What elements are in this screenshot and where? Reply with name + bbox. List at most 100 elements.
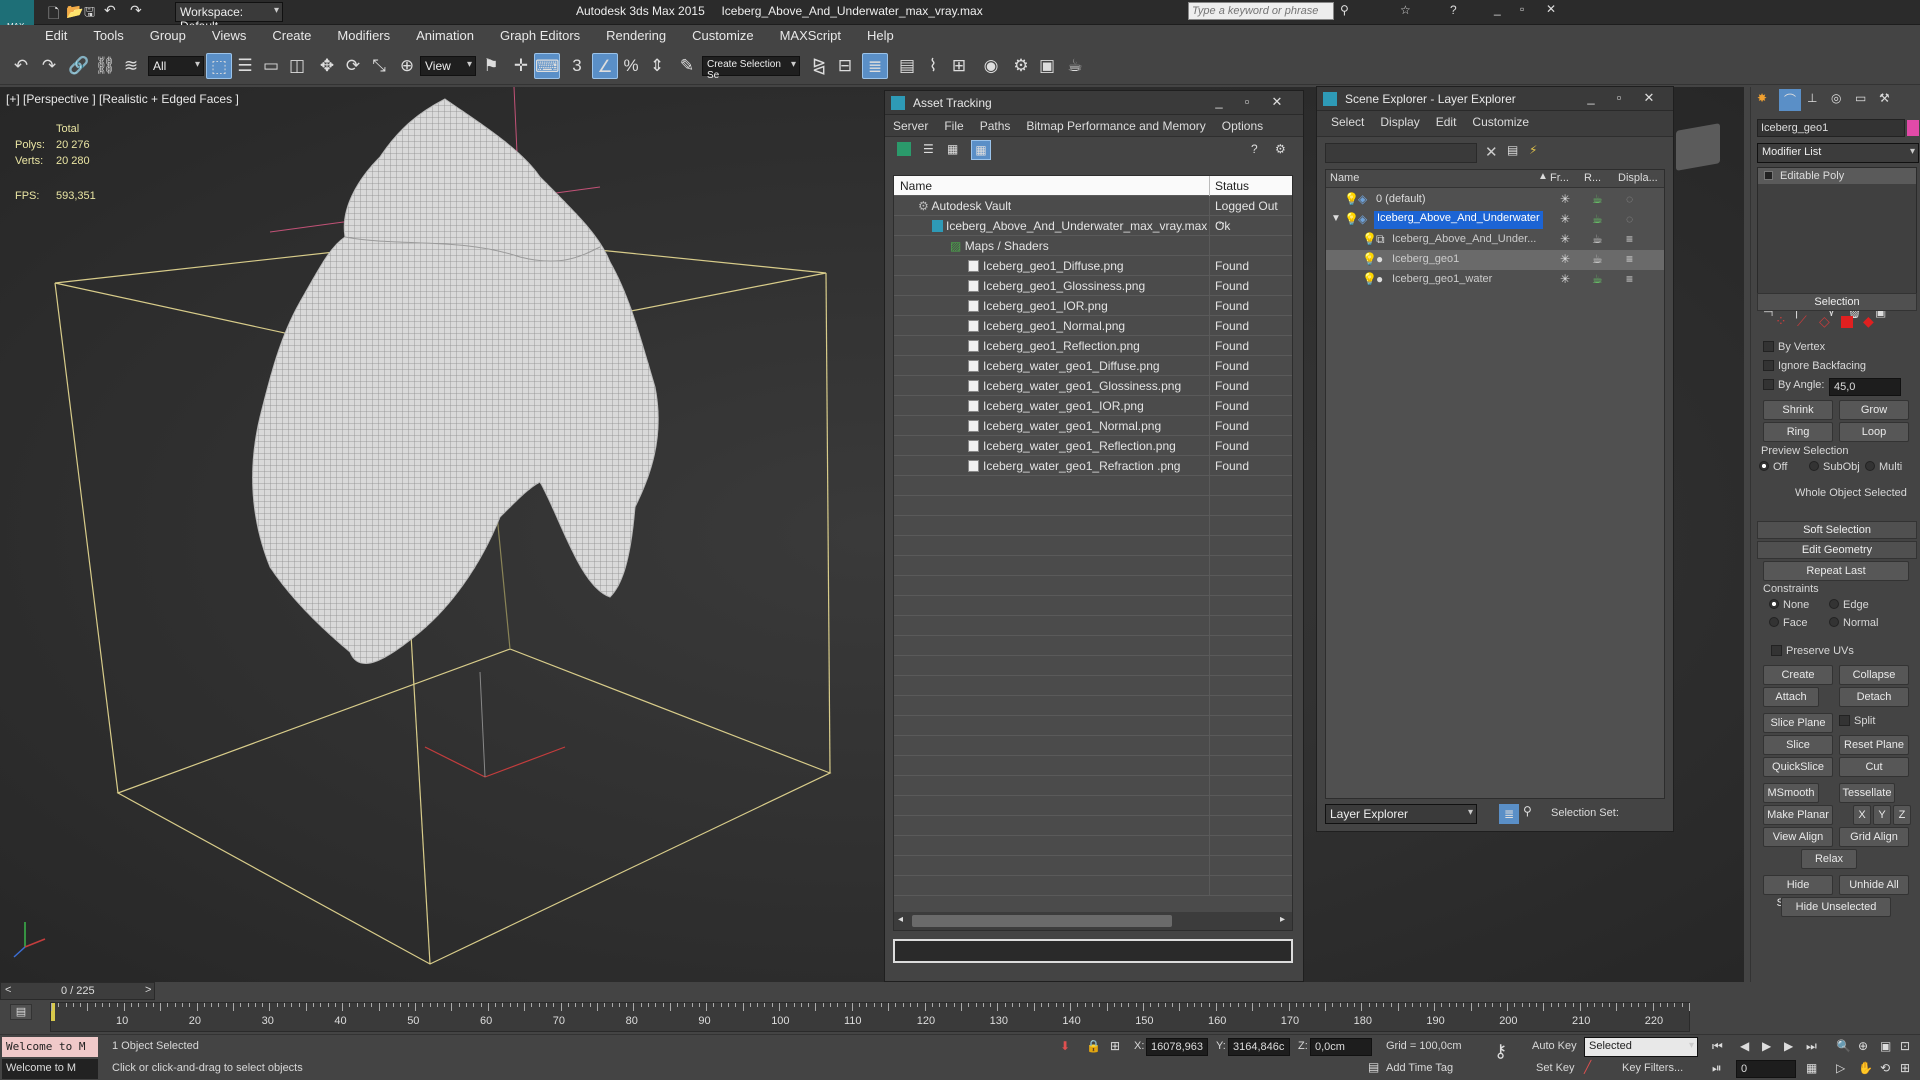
clear-search-icon[interactable]: ✕ — [1485, 143, 1498, 161]
menu-edit[interactable]: Edit — [32, 25, 80, 47]
maxscript-output[interactable]: Welcome to M — [2, 1059, 98, 1079]
set-key-button[interactable]: Set Key — [1536, 1062, 1575, 1074]
explorer-type-dropdown[interactable]: Layer Explorer — [1325, 804, 1477, 824]
search-input[interactable] — [1188, 2, 1334, 20]
render-icon[interactable]: ☕ — [1592, 212, 1603, 226]
hide-unselected-button[interactable]: Hide Unselected — [1781, 897, 1891, 917]
select-object-icon[interactable]: ⬚ — [206, 53, 232, 79]
viewport-label[interactable]: [+] [Perspective ] [Realistic + Edged Fa… — [6, 92, 239, 106]
reset-plane-button[interactable]: Reset Plane — [1839, 735, 1909, 755]
time-slider[interactable]: < 0 / 225 > — [0, 982, 155, 1000]
help-icon[interactable]: ? — [1450, 3, 1457, 17]
open-file-icon[interactable]: 📂 — [66, 3, 83, 20]
list-item[interactable]: 💡 ⧉ Iceberg_Above_And_Under... ✳ ☕ ≡ — [1326, 230, 1664, 250]
quickslice-button[interactable]: QuickSlice — [1763, 757, 1833, 777]
rectangular-selection-icon[interactable]: ▭ — [258, 53, 284, 79]
settings-icon[interactable]: ⚙ — [1275, 142, 1286, 156]
list-view-icon[interactable]: ☰ — [923, 142, 934, 156]
table-row[interactable]: Iceberg_geo1_IOR.png Found — [894, 296, 1292, 316]
play-icon[interactable]: ▶ — [1762, 1039, 1771, 1053]
menu-customize[interactable]: Customize — [679, 25, 766, 47]
display-icon[interactable]: ◌ — [1626, 192, 1633, 206]
split-checkbox[interactable]: Split — [1839, 715, 1875, 727]
expand-icon[interactable]: ▼ — [1331, 213, 1341, 224]
utilities-tab-icon[interactable]: ⚒ — [1879, 91, 1890, 105]
list-item[interactable]: 💡 ◈ 0 (default) ✳ ☕ ◌ — [1326, 190, 1664, 210]
horizontal-scrollbar[interactable]: ◂ ▸ — [894, 912, 1292, 930]
column-display[interactable]: Displa... — [1618, 172, 1658, 184]
next-frame-icon[interactable]: > — [145, 984, 151, 996]
bind-spacewarp-icon[interactable]: ≋ — [118, 53, 144, 79]
edit-geometry-rollout-header[interactable]: Edit Geometry — [1757, 541, 1917, 559]
table-row[interactable]: Iceberg_water_geo1_Glossiness.png Found — [894, 376, 1292, 396]
mini-curve-editor-icon[interactable]: ▤ — [10, 1004, 32, 1020]
lightbulb-icon[interactable]: 💡 — [1362, 272, 1377, 286]
menu-views[interactable]: Views — [199, 25, 259, 47]
column-status[interactable]: Status — [1209, 176, 1289, 196]
asset-tracking-titlebar[interactable]: Asset Tracking _ ▫ ✕ — [885, 91, 1303, 115]
preview-multi-radio[interactable]: Multi — [1865, 461, 1902, 473]
table-row[interactable]: Iceberg_geo1_Normal.png Found — [894, 316, 1292, 336]
redo-icon[interactable]: ↷ — [130, 2, 142, 19]
manipulate-icon[interactable]: ✛ — [508, 53, 534, 79]
close-button[interactable]: ✕ — [1637, 89, 1661, 107]
schematic-view-icon[interactable]: ⊞ — [946, 53, 972, 79]
binoculars-icon[interactable]: ⚲ — [1340, 3, 1349, 17]
modifier-list-dropdown[interactable]: Modifier List — [1757, 143, 1919, 163]
menu-paths[interactable]: Paths — [972, 115, 1019, 133]
lightbulb-icon[interactable]: 💡 — [1362, 252, 1377, 266]
lightbulb-icon[interactable]: 💡 — [1344, 212, 1359, 226]
refresh-icon[interactable] — [897, 142, 911, 156]
menu-edit[interactable]: Edit — [1428, 111, 1465, 129]
render-setup-icon[interactable]: ⚙ — [1008, 53, 1034, 79]
preview-subobj-radio[interactable]: SubObj — [1809, 461, 1860, 473]
menu-animation[interactable]: Animation — [403, 25, 487, 47]
help-icon[interactable]: ? — [1251, 142, 1258, 156]
table-row[interactable]: Iceberg_water_geo1_Diffuse.png Found — [894, 356, 1292, 376]
modify-tab-icon[interactable]: ⌒ — [1779, 89, 1801, 111]
named-selection-dropdown[interactable]: Create Selection Se — [702, 56, 800, 81]
minimize-button[interactable]: _ — [1579, 89, 1603, 107]
object-name-field[interactable]: Iceberg_geo1 — [1757, 119, 1905, 137]
window-crossing-icon[interactable]: ◫ — [284, 53, 310, 79]
display-icon[interactable]: ≡ — [1626, 252, 1633, 266]
percent-snap-icon[interactable]: % — [618, 53, 644, 79]
go-to-end-icon[interactable]: ⏭ — [1806, 1039, 1817, 1054]
zoom-all-icon[interactable]: ⊕ — [1858, 1039, 1868, 1053]
angle-value-field[interactable]: 45,0 — [1829, 378, 1901, 396]
auto-key-button[interactable]: Auto Key — [1532, 1040, 1577, 1052]
element-level-icon[interactable]: ◆ — [1863, 313, 1874, 330]
attach-button[interactable]: Attach — [1763, 687, 1819, 707]
constraint-edge-radio[interactable]: Edge — [1829, 599, 1869, 611]
minimize-button[interactable]: _ — [1207, 93, 1231, 111]
menu-tools[interactable]: Tools — [80, 25, 136, 47]
thumbnail-view-icon[interactable]: ▦ — [947, 142, 958, 156]
y-coordinate-field[interactable]: 3164,846c — [1228, 1038, 1290, 1056]
key-mode-dropdown[interactable]: Selected — [1584, 1037, 1698, 1057]
make-planar-z-button[interactable]: Z — [1893, 805, 1911, 825]
keyboard-shortcut-toggle-icon[interactable]: ⌨ — [534, 53, 560, 79]
selection-rollout-header[interactable]: Selection — [1757, 293, 1917, 311]
unlink-icon[interactable]: ⛓ — [92, 53, 118, 79]
relax-button[interactable]: Relax — [1801, 849, 1857, 869]
unhide-all-button[interactable]: Unhide All — [1839, 875, 1909, 895]
key-mode-toggle-icon[interactable]: ⏯ — [1712, 1061, 1722, 1076]
menu-file[interactable]: File — [936, 115, 971, 133]
angle-snap-icon[interactable]: ∠ — [592, 53, 618, 79]
zoom-extents-icon[interactable]: ▣ — [1880, 1039, 1891, 1053]
create-button[interactable]: Create — [1763, 665, 1833, 685]
set-key-icon[interactable]: ╱ — [1584, 1060, 1591, 1074]
zoom-icon[interactable]: 🔍 — [1836, 1039, 1851, 1053]
undo-icon[interactable]: ↶ — [8, 53, 34, 79]
render-icon[interactable]: ☕ — [1592, 192, 1603, 206]
edge-level-icon[interactable]: ⟋ — [1797, 313, 1807, 330]
table-row[interactable]: Iceberg_water_geo1_Refraction .png Found — [894, 456, 1292, 476]
prev-key-icon[interactable]: ◀ — [1740, 1039, 1749, 1053]
preview-off-radio[interactable]: Off — [1759, 461, 1787, 473]
make-planar-y-button[interactable]: Y — [1873, 805, 1891, 825]
shrink-button[interactable]: Shrink — [1763, 400, 1833, 420]
by-angle-checkbox[interactable]: By Angle: — [1763, 379, 1824, 391]
polygon-level-icon[interactable] — [1841, 316, 1853, 328]
column-name[interactable]: Name — [900, 176, 932, 196]
column-name[interactable]: Name — [1330, 172, 1359, 184]
